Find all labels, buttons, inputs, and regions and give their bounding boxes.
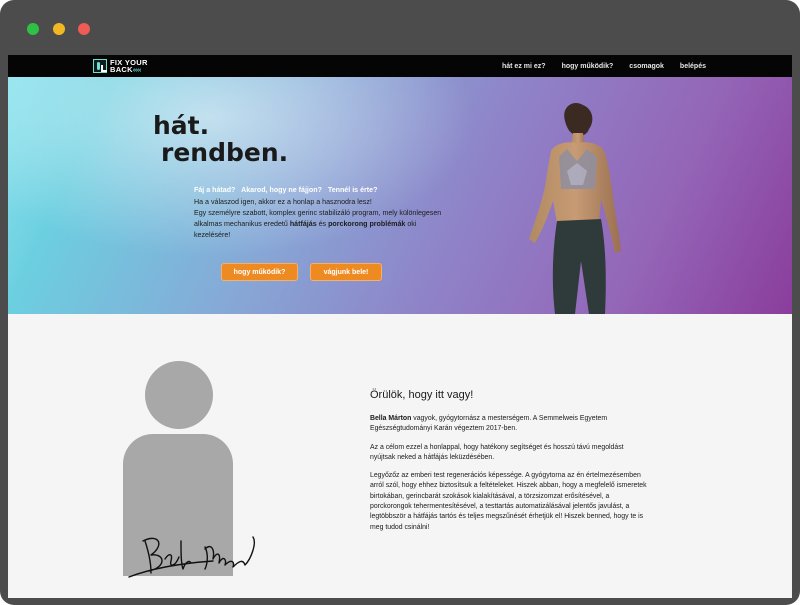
hero-and: és <box>316 220 329 228</box>
hero-questions: Fáj a hátad? Akarod, hogy ne fájjon? Ten… <box>194 185 454 196</box>
about-content: Örülök, hogy itt vagy! Bella Márton vagy… <box>370 389 650 541</box>
logo-arrows: ‹‹‹‹ <box>132 65 142 74</box>
browser-window: FIX YOUR BACK‹‹‹‹ hát ez mi ez? hogy műk… <box>0 0 800 605</box>
hero-title-line2: rendben. <box>161 138 289 167</box>
about-section: Örülök, hogy itt vagy! Bella Márton vagy… <box>8 314 792 598</box>
hero-bold-disc: porckorong problémák <box>328 220 406 228</box>
signature-image <box>128 536 255 578</box>
hero-line2: Egy személyre szabott, komplex gerinc st… <box>194 208 454 241</box>
how-it-works-button[interactable]: hogy működik? <box>221 263 298 281</box>
get-started-button[interactable]: vágjunk bele! <box>310 263 382 281</box>
hero-title-line1: hát. <box>153 111 210 140</box>
hero-question-3: Tennél is érte? <box>327 186 378 194</box>
hero-title: hát. rendben. <box>153 112 288 166</box>
philosophy-paragraph: Legyőzőz az emberi test regenerációs kép… <box>370 472 647 531</box>
nav-link-packages[interactable]: csomagok <box>629 63 664 70</box>
page-viewport: FIX YOUR BACK‹‹‹‹ hát ez mi ez? hogy műk… <box>8 55 792 598</box>
site-logo[interactable]: FIX YOUR BACK‹‹‹‹ <box>93 58 148 74</box>
hero-description: Fáj a hátad? Akarod, hogy ne fájjon? Ten… <box>194 185 454 241</box>
nav-link-how-it-works[interactable]: hogy működik? <box>562 63 614 70</box>
hero-section: hát. rendben. Fáj a hátad? Akarod, hogy … <box>8 77 792 314</box>
window-zoom-button[interactable] <box>78 23 90 35</box>
nav-menu: hát ez mi ez? hogy működik? csomagok bel… <box>486 55 706 77</box>
nav-link-login[interactable]: belépés <box>680 63 706 70</box>
window-close-button[interactable] <box>27 23 39 35</box>
hero-line1: Ha a válaszod igen, akkor ez a honlap a … <box>194 198 372 206</box>
window-minimize-button[interactable] <box>53 23 65 35</box>
hero-woman-image <box>529 102 621 314</box>
intro-paragraph: Bella Márton vagyok, gyógytornász a mest… <box>370 414 650 435</box>
hero-question-2: Akarod, hogy ne fájjon? <box>241 186 322 194</box>
avatar-head <box>145 361 213 429</box>
logo-line2: BACK <box>110 65 133 74</box>
hero-question-1: Fáj a hátad? <box>194 186 236 194</box>
logo-icon <box>93 59 107 73</box>
greeting-heading: Örülök, hogy itt vagy! <box>370 389 474 401</box>
hero-bold-backpain: hátfájás <box>289 220 317 228</box>
nav-link-about[interactable]: hát ez mi ez? <box>502 63 546 70</box>
author-name: Bella Márton <box>370 415 412 422</box>
top-navbar: FIX YOUR BACK‹‹‹‹ hát ez mi ez? hogy műk… <box>8 55 792 77</box>
logo-text: FIX YOUR BACK‹‹‹‹ <box>110 59 148 74</box>
goal-paragraph: Az a célom ezzel a honlappal, hogy haték… <box>370 443 624 461</box>
